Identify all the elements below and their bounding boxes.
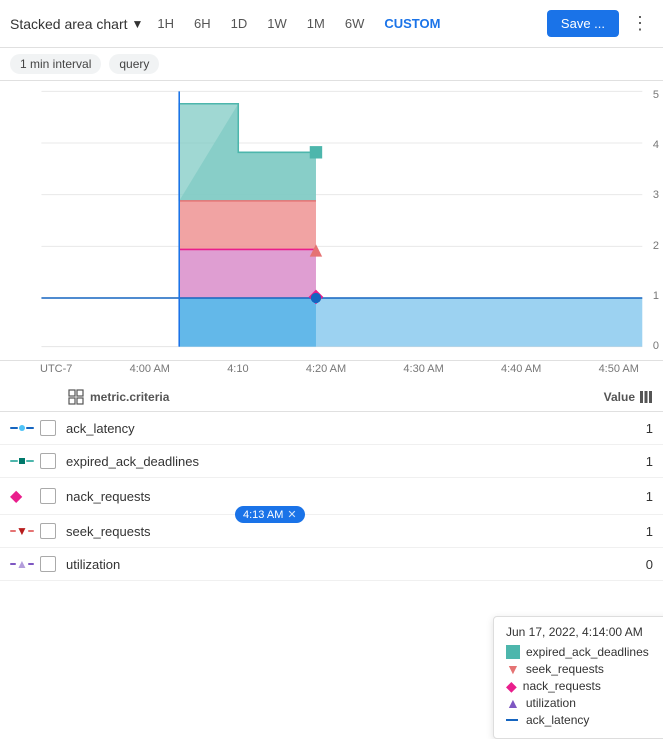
table-header-value-col: Value [593,390,653,404]
chart-title-button[interactable]: Stacked area chart ▼ [10,16,143,32]
x-label-utc: UTC-7 [40,363,72,383]
tooltip-label-util: utilization [526,696,663,710]
row-icon-seek: ▼ [10,525,40,537]
row-checkbox-seek[interactable] [40,523,56,539]
tooltip-icon-expired [506,645,520,659]
tooltip-label-ack: ack_latency [526,713,663,727]
x-label-420: 4:20 AM [306,363,346,383]
row-value-nack: 1 [593,489,653,504]
row-value-seek: 1 [593,524,653,539]
chart-area[interactable]: 5 4 3 2 1 0 [0,81,663,361]
tooltip-label-nack: nack_requests [523,679,663,693]
time-1m-button[interactable]: 1M [301,12,331,35]
tooltip-label-seek: seek_requests [526,662,663,676]
query-pill[interactable]: query [109,54,159,74]
row-icon-expired [10,458,40,464]
chart-container: 5 4 3 2 1 0 [0,81,663,383]
row-icon-util: ▲ [10,558,40,570]
tooltip-icon-nack: ◆ [506,679,517,693]
row-value-ack-latency: 1 [593,421,653,436]
tooltip-row-expired: expired_ack_deadlines 1 [506,645,663,659]
row-name-util: utilization [66,557,593,572]
tooltip-row-seek: ▼ seek_requests 1 [506,662,663,676]
table-row: ack_latency 1 [0,412,663,445]
tooltip-label-expired: expired_ack_deadlines [526,645,663,659]
row-checkbox-expired[interactable] [40,453,56,469]
tooltip-row-nack: ◆ nack_requests 1 [506,679,663,693]
row-icon-ack-latency [10,425,40,431]
tooltip-icon-util: ▲ [506,696,520,710]
row-name-nack: nack_requests [66,489,593,504]
row-checkbox-ack-latency[interactable] [40,420,56,436]
table-row: ◆ nack_requests 1 [0,478,663,515]
time-6w-button[interactable]: 6W [339,12,371,35]
x-label-4am: 4:00 AM [130,363,170,383]
table-value-label: Value [604,390,635,404]
tooltip-row-ack: ack_latency 1 [506,713,663,727]
header: Stacked area chart ▼ 1H 6H 1D 1W 1M 6W C… [0,0,663,48]
table-row: ▼ seek_requests 1 [0,515,663,548]
table-header-metric-col: metric.criteria [68,389,593,405]
metric-criteria-icon [68,389,84,405]
sub-header: 1 min interval query [0,48,663,81]
chart-svg [0,81,663,360]
util-triangle-icon: ▲ [16,558,28,570]
row-value-expired: 1 [593,454,653,469]
row-name-ack-latency: ack_latency [66,421,593,436]
table-row: ▲ utilization 0 [0,548,663,581]
x-label-410: 4:10 [227,363,248,383]
time-1h-button[interactable]: 1H [151,12,180,35]
column-options-icon[interactable] [639,390,653,404]
x-label-440: 4:40 AM [501,363,541,383]
row-name-seek: seek_requests [66,524,593,539]
tooltip-icon-ack [506,719,518,721]
time-1d-button[interactable]: 1D [225,12,254,35]
nack-diamond-icon: ◆ [10,486,22,506]
cursor-timestamp: 4:13 AM ✕ [235,506,305,523]
tooltip-row-util: ▲ utilization 0 [506,696,663,710]
table-metric-label: metric.criteria [90,390,169,404]
row-checkbox-nack[interactable] [40,488,56,504]
tooltip-icon-seek: ▼ [506,662,520,676]
seek-triangle-icon: ▼ [16,525,28,537]
x-label-450: 4:50 AM [599,363,639,383]
table-row: expired_ack_deadlines 1 [0,445,663,478]
save-button[interactable]: Save ... [547,10,619,37]
time-custom-button[interactable]: CUSTOM [378,12,446,35]
x-axis-labels: UTC-7 4:00 AM 4:10 4:20 AM 4:30 AM 4:40 … [0,361,663,383]
tooltip: Jun 17, 2022, 4:14:00 AM expired_ack_dea… [493,616,663,739]
time-6h-button[interactable]: 6H [188,12,217,35]
more-options-button[interactable]: ⋮ [627,9,653,38]
close-timestamp-icon[interactable]: ✕ [287,508,296,521]
row-value-util: 0 [593,557,653,572]
table-header: metric.criteria Value [0,383,663,412]
time-1w-button[interactable]: 1W [261,12,293,35]
interval-pill[interactable]: 1 min interval [10,54,101,74]
x-label-430: 4:30 AM [403,363,443,383]
tooltip-title: Jun 17, 2022, 4:14:00 AM [506,625,663,639]
row-name-expired: expired_ack_deadlines [66,454,593,469]
dropdown-icon: ▼ [132,17,144,31]
chart-title: Stacked area chart [10,16,128,32]
row-checkbox-util[interactable] [40,556,56,572]
row-icon-nack: ◆ [10,486,40,506]
